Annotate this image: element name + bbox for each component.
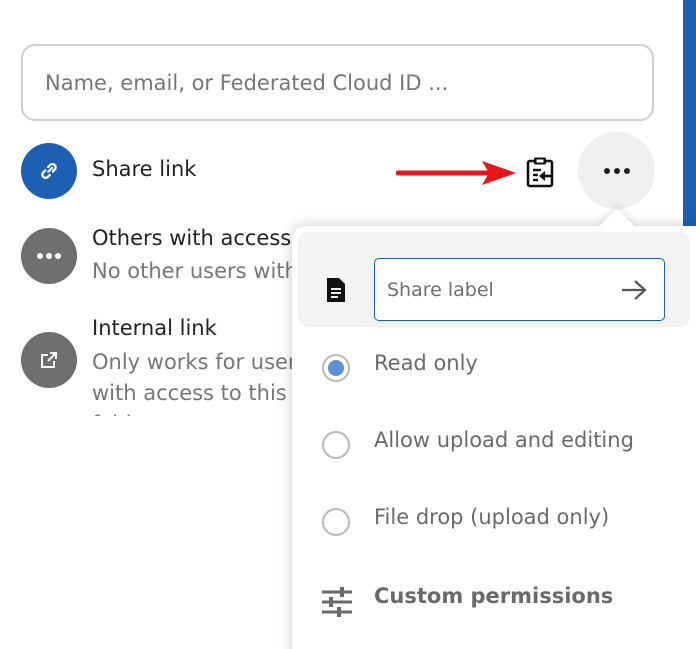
internal-link-title: Internal link [92, 316, 217, 340]
allow-upload-editing-label: Allow upload and editing [374, 428, 634, 452]
share-link-row[interactable]: Share link [21, 143, 381, 199]
share-label-input[interactable] [387, 269, 617, 311]
allow-upload-editing-radio[interactable] [322, 431, 350, 459]
share-search-input[interactable] [45, 58, 635, 108]
dots-horizontal-icon [603, 167, 630, 174]
share-link-title: Share link [92, 157, 197, 181]
read-only-option[interactable]: Read only [322, 351, 622, 383]
others-with-access-row[interactable]: Others with access No other users with a… [21, 226, 293, 296]
internal-link-row[interactable]: Internal link Only works for users with … [21, 316, 293, 416]
link-icon [21, 143, 77, 199]
others-with-access-subtitle: No other users with access found [92, 259, 293, 283]
internal-link-subtitle: Only works for users with access to this… [92, 350, 293, 416]
annotation-arrow [396, 161, 516, 185]
arrow-right-icon[interactable] [620, 278, 648, 302]
read-only-label: Read only [374, 351, 478, 375]
file-drop-label: File drop (upload only) [374, 505, 610, 529]
share-search-field[interactable] [21, 44, 654, 121]
others-with-access-title: Others with access [92, 226, 292, 250]
read-only-radio[interactable] [322, 354, 350, 382]
custom-permissions-option[interactable]: Custom permissions [320, 584, 640, 620]
document-icon [327, 278, 345, 302]
open-external-icon [21, 332, 77, 388]
tune-icon [322, 587, 352, 617]
more-horizontal-icon [21, 228, 77, 284]
file-drop-radio[interactable] [322, 508, 350, 536]
share-label-field[interactable] [374, 258, 665, 321]
clipboard-arrow-icon[interactable] [525, 156, 555, 188]
custom-permissions-label: Custom permissions [374, 584, 614, 608]
allow-upload-editing-option[interactable]: Allow upload and editing [322, 428, 682, 460]
file-drop-option[interactable]: File drop (upload only) [322, 505, 662, 537]
share-actions-button[interactable] [578, 132, 655, 209]
